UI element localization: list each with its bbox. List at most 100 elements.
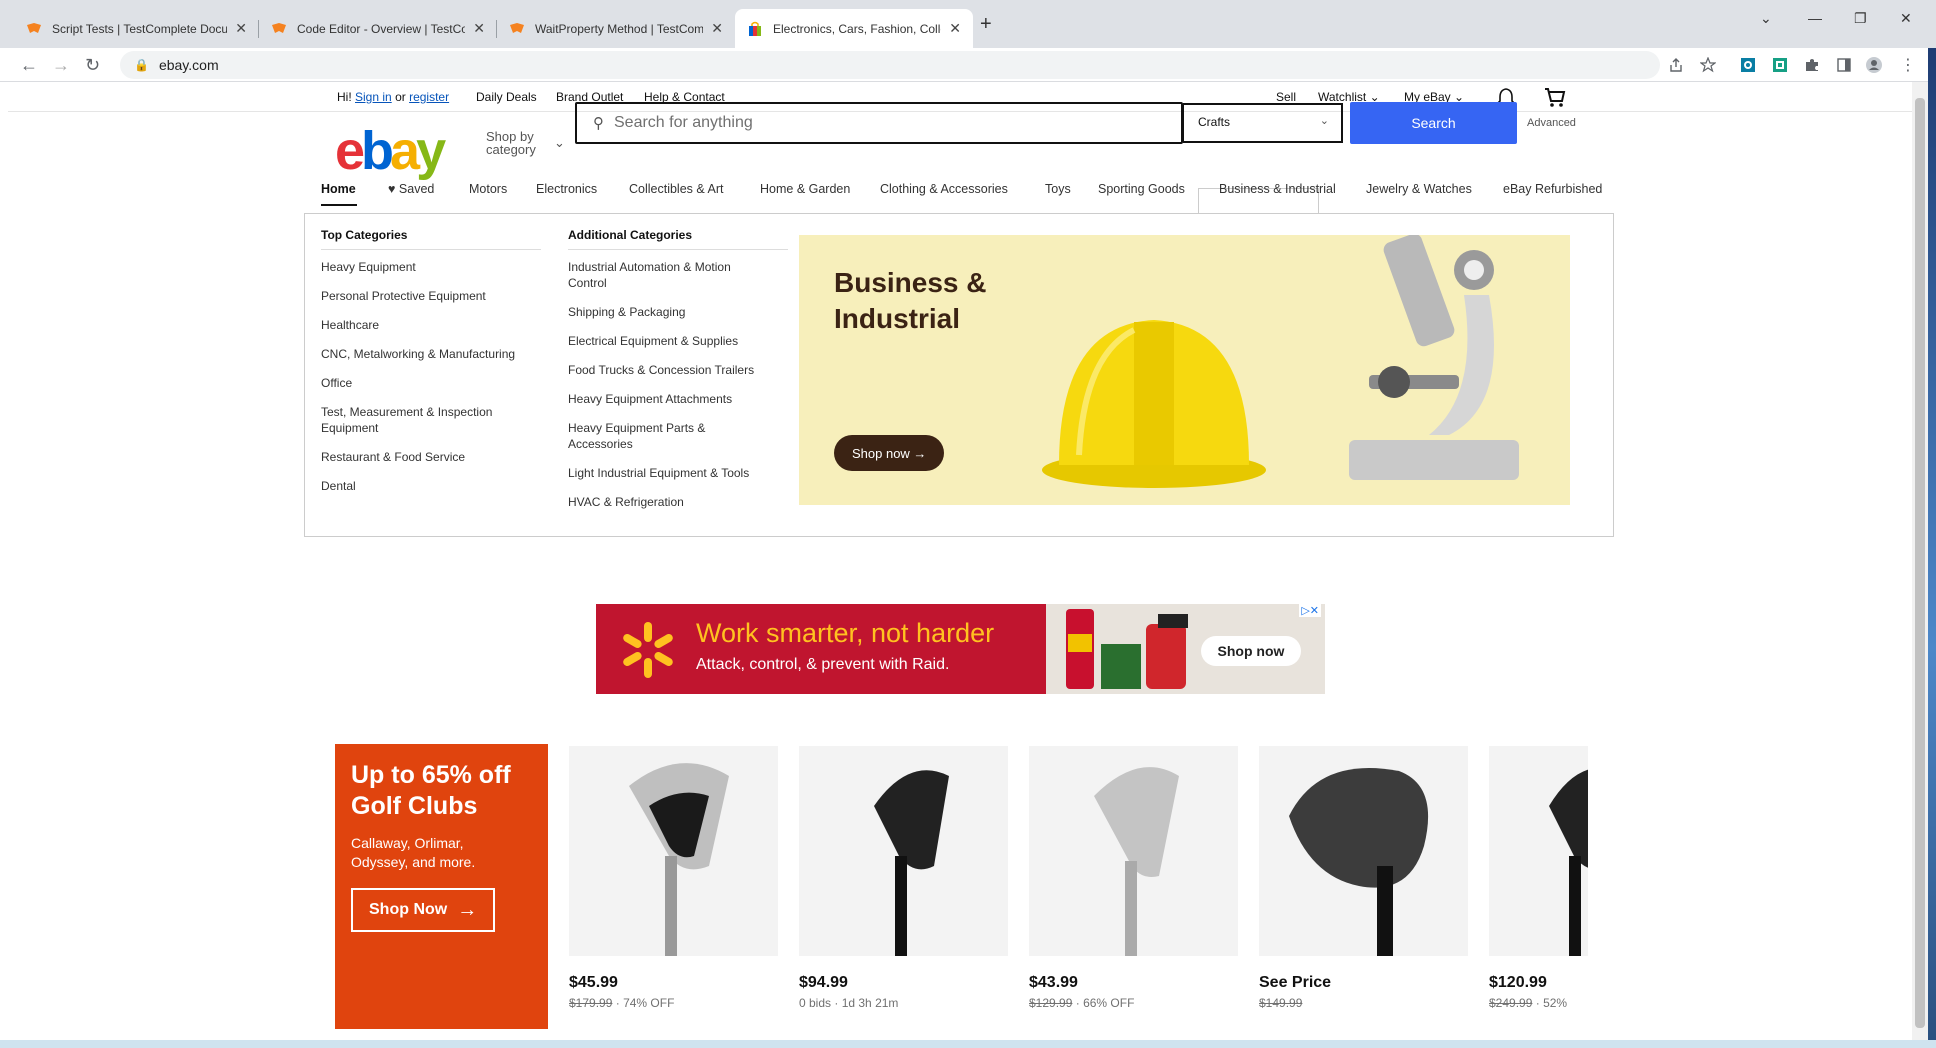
ad-shop-now-button[interactable]: Shop now [1201,636,1301,666]
nav-collectibles-art[interactable]: Collectibles & Art [629,182,723,196]
close-tab-icon[interactable]: ✕ [711,20,723,37]
reload-icon[interactable]: ↻ [85,55,100,76]
golf-promo-card[interactable]: Up to 65% off Golf Clubs Callaway, Orlim… [335,744,548,1029]
search-input[interactable]: ⚲ Search for anything [575,102,1183,144]
nav-electronics[interactable]: Electronics [536,182,597,196]
arrow-right-icon: → [457,898,478,921]
profile-icon[interactable] [1866,57,1882,73]
browser-tab-bar: Script Tests | TestComplete Docu ✕ Code … [0,0,1936,48]
browser-tab-active[interactable]: Electronics, Cars, Fashion, Collect ✕ [735,9,973,48]
nav-sporting-goods[interactable]: Sporting Goods [1098,182,1185,196]
minimize-icon[interactable]: — [1808,10,1822,26]
cart-icon[interactable] [1544,86,1566,108]
address-bar[interactable]: 🔒 ebay.com [120,51,1660,79]
chevron-down-icon: ⌄ [554,135,565,150]
shop-now-button[interactable]: Shop Now → [351,888,495,932]
extension-icon[interactable] [1740,57,1756,73]
product-card[interactable]: $43.99 $129.99 · 66% OFF [1029,746,1238,1010]
shopping-bag-icon [749,21,761,36]
close-tab-icon[interactable]: ✕ [949,20,961,37]
close-tab-icon[interactable]: ✕ [473,20,485,37]
nav-toys[interactable]: Toys [1045,182,1071,196]
nav-jewelry-watches[interactable]: Jewelry & Watches [1366,182,1472,196]
dropdown-link[interactable]: Food Trucks & Concession Trailers [568,362,754,378]
product-image [1489,746,1588,956]
bookmark-star-icon[interactable] [1700,57,1716,73]
dropdown-link[interactable]: HVAC & Refrigeration [568,494,684,510]
advanced-search-link[interactable]: Advanced [1527,117,1576,129]
dropdown-link[interactable]: Dental [321,478,356,494]
dropdown-link[interactable]: Office [321,375,352,391]
ad-choices-icon[interactable]: ▷✕ [1299,604,1321,617]
nav-clothing-accessories[interactable]: Clothing & Accessories [880,182,1008,196]
side-panel-icon[interactable] [1836,57,1852,73]
puzzle-icon[interactable] [1804,57,1820,73]
dropdown-link[interactable]: Heavy Equipment [321,259,416,275]
browser-tab[interactable]: Code Editor - Overview | TestCom ✕ [259,9,497,48]
dropdown-link[interactable]: Personal Protective Equipment [321,288,486,304]
nav-business-industrial[interactable]: Business & Industrial [1219,182,1336,196]
additional-categories-heading: Additional Categories [568,228,693,242]
back-icon[interactable]: ← [20,55,38,76]
sell-link[interactable]: Sell [1276,90,1296,104]
sign-in-link[interactable]: Sign in [355,90,392,104]
nav-ebay-refurbished[interactable]: eBay Refurbished [1503,182,1602,196]
dropdown-link[interactable]: Test, Measurement & Inspection Equipment [321,404,521,436]
dropdown-link[interactable]: Electrical Equipment & Supplies [568,333,738,349]
nav-home-garden[interactable]: Home & Garden [760,182,850,196]
dropdown-link[interactable]: Heavy Equipment Attachments [568,391,732,407]
walmart-spark-icon [623,622,673,678]
product-image [1029,746,1238,956]
shop-by-category-button[interactable]: Shop by category ⌄ [486,130,565,156]
microscope-image [1349,235,1519,480]
category-select[interactable]: Crafts ⌄ [1183,103,1343,143]
search-button[interactable]: Search [1350,102,1517,144]
product-meta: $249.99 · 52% [1489,996,1568,1010]
product-image [569,746,778,956]
dropdown-link[interactable]: Light Industrial Equipment & Tools [568,465,749,481]
testcomplete-icon [510,22,524,33]
close-tab-icon[interactable]: ✕ [235,20,247,37]
restore-icon[interactable]: ❐ [1854,10,1867,27]
register-link[interactable]: register [409,90,449,104]
forward-icon[interactable]: → [52,55,70,76]
ad-subtext: Attack, control, & prevent with Raid. [696,656,950,673]
dropdown-link[interactable]: Industrial Automation & Motion Control [568,259,768,291]
product-card[interactable]: $45.99 $179.99 · 74% OFF [569,746,778,1010]
new-tab-icon[interactable]: + [980,13,992,36]
nav-saved[interactable]: ♥ Saved [388,182,434,196]
golf-club-image [629,763,729,956]
dropdown-link[interactable]: CNC, Metalworking & Manufacturing [321,346,515,362]
close-window-icon[interactable]: ✕ [1900,10,1912,27]
golf-club-image [1094,767,1179,956]
search-icon: ⚲ [593,115,604,132]
tab-search-icon[interactable]: ⌄ [1760,10,1772,27]
product-meta: 0 bids · 1d 3h 21m [799,996,899,1010]
shop-now-button[interactable]: Shop now → [834,435,945,471]
product-meta: $179.99 · 74% OFF [569,996,675,1010]
extension-icon[interactable] [1772,57,1788,73]
daily-deals-link[interactable]: Daily Deals [476,90,537,104]
nav-motors[interactable]: Motors [469,182,507,196]
nav-home[interactable]: Home [321,182,356,196]
walmart-ad-banner[interactable]: Work smarter, not harder Attack, control… [596,604,1325,694]
share-icon[interactable] [1668,57,1684,73]
product-card[interactable]: $94.99 0 bids · 1d 3h 21m [799,746,1008,1010]
scrollbar-thumb[interactable] [1915,98,1925,1028]
product-image [799,746,1008,956]
vertical-scrollbar[interactable] [1912,82,1928,1040]
dropdown-link[interactable]: Shipping & Packaging [568,304,685,320]
dropdown-link[interactable]: Restaurant & Food Service [321,449,465,465]
top-categories-heading: Top Categories [321,228,408,242]
browser-tab[interactable]: WaitProperty Method | TestComp ✕ [497,9,735,48]
menu-icon[interactable]: ⋮ [1900,55,1916,75]
product-image [1259,746,1468,956]
business-industrial-banner[interactable]: Business & Industrial Shop now → [799,235,1570,505]
ebay-logo[interactable]: ebay [335,120,446,182]
dropdown-link[interactable]: Healthcare [321,317,379,333]
product-card[interactable]: See Price $149.99 [1259,746,1468,1010]
product-card[interactable]: $120.99 $249.99 · 52% [1489,746,1588,1010]
browser-tab[interactable]: Script Tests | TestComplete Docu ✕ [14,9,259,48]
dropdown-link[interactable]: Heavy Equipment Parts & Accessories [568,420,738,452]
chevron-down-icon: ⌄ [1319,115,1329,127]
